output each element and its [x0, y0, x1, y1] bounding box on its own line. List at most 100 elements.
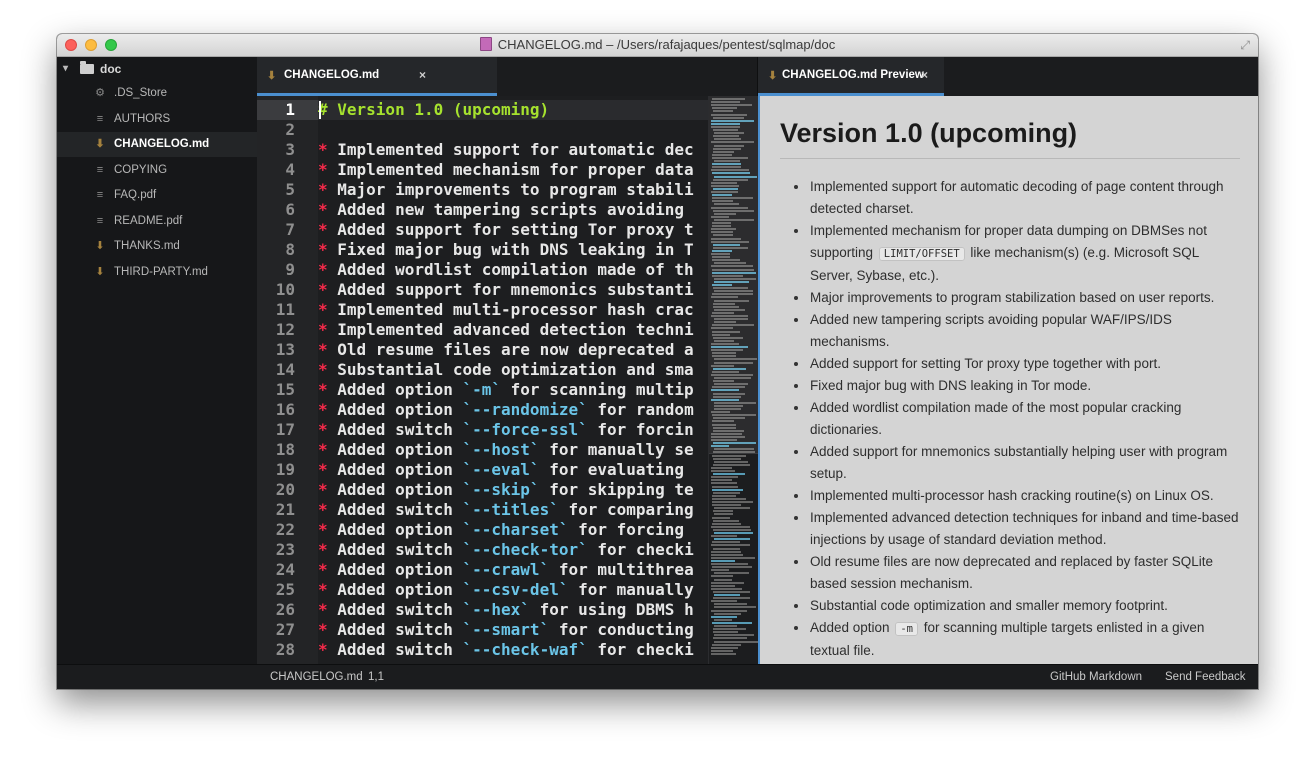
tree-item-label: .DS_Store [114, 87, 168, 99]
tree-item[interactable]: ⬇ CHANGELOG.md [57, 132, 257, 157]
code-line: * Implemented multi-processor hash crac [318, 300, 694, 320]
code-token: `--host` [462, 440, 540, 459]
minimap-line [714, 618, 732, 621]
line-number: 25 [275, 580, 295, 599]
send-feedback-link[interactable]: Send Feedback [1165, 665, 1246, 689]
code-token: * [318, 460, 328, 479]
preview-text: Major improvements to program stabilizat… [810, 290, 1215, 305]
minimap-line [712, 494, 736, 497]
tree-root-folder[interactable]: ▾ doc [57, 57, 257, 81]
status-grammar[interactable]: GitHub Markdown [1050, 665, 1142, 689]
minimap-line [711, 556, 755, 559]
code-token: * [318, 160, 328, 179]
code-line: * Added wordlist compilation made of th [318, 260, 694, 280]
code-token: for random [587, 400, 694, 419]
tree-item[interactable]: ≡ FAQ.pdf [57, 183, 257, 208]
minimap-line [713, 597, 750, 600]
minimap-line [711, 466, 732, 469]
fullscreen-icon[interactable]: ⤢ [1240, 38, 1250, 53]
line-number: 16 [275, 400, 295, 419]
line-number: 11 [275, 300, 295, 319]
line-number: 10 [275, 280, 295, 299]
minimap-line [714, 460, 748, 463]
status-cursor-position[interactable]: 1,1 [368, 665, 384, 689]
code-token: `--csv-del` [462, 580, 569, 599]
tree-item[interactable]: ≡ AUTHORS [57, 107, 257, 132]
tree-item[interactable]: ⬇ THANKS.md [57, 234, 257, 259]
code-token: * [318, 180, 328, 199]
minimap-line [714, 603, 747, 606]
code-token: for evaluating [539, 460, 694, 479]
minimap-line [711, 559, 735, 562]
status-file-name[interactable]: CHANGELOG.md [270, 665, 363, 689]
minimap-line [713, 547, 740, 550]
minimap-line [711, 587, 742, 590]
code-token: Added option [327, 520, 463, 539]
code-token: Added new tampering scripts avoiding [327, 200, 694, 219]
minimap-line [713, 637, 747, 640]
preview-text: Added wordlist compilation made of the m… [810, 400, 1182, 437]
code-token: Implemented advanced detection techni [327, 320, 694, 339]
line-number: 20 [275, 480, 295, 499]
minimap-line [711, 649, 733, 652]
line-number: 28 [275, 640, 295, 659]
tree-item[interactable]: ⬇ THIRD-PARTY.md [57, 260, 257, 285]
gear-icon: ⚙ [95, 87, 105, 99]
code-token: Added option [327, 400, 463, 419]
preview-text: Added option [810, 620, 894, 635]
code-line: * Added switch `--titles` for comparing [318, 500, 694, 520]
tree-item-label: THANKS.md [114, 240, 180, 252]
minimap-line [711, 544, 750, 547]
code-token: for forcing [568, 520, 694, 539]
markdown-icon: ⬇ [95, 240, 105, 252]
close-icon[interactable]: × [419, 68, 426, 82]
line-number-gutter[interactable]: 1 2 3 4 5 6 7 8 9 10 11 12 13 14 15 16 17 18 19 20 21 22 23 24 2… [257, 96, 318, 664]
tab-label: CHANGELOG.md [284, 69, 380, 81]
text-caret [319, 101, 321, 119]
chevron-down-icon[interactable]: ▾ [63, 57, 68, 81]
code-line: * Added option `-m` for scanning multip [318, 380, 694, 400]
preview-list-item: Implemented support for automatic decodi… [760, 176, 1258, 220]
code-token: Added support for setting Tor proxy t [327, 220, 694, 239]
minimap[interactable] [708, 96, 758, 664]
code-token: * [318, 320, 328, 339]
folder-icon [80, 61, 94, 74]
tree-item[interactable]: ≡ COPYING [57, 158, 257, 183]
preview-list-item: Added wordlist compilation made of the m… [760, 397, 1258, 441]
markdown-preview[interactable]: Version 1.0 (upcoming) Implemented suppo… [758, 96, 1258, 664]
code-token: Added switch [327, 640, 463, 659]
code-token: * [318, 600, 328, 619]
minimap-line [713, 528, 751, 531]
code-line: * Added support for setting Tor proxy t [318, 220, 694, 240]
tab-changelog[interactable]: ⬇ CHANGELOG.md × [257, 57, 497, 96]
code-editor[interactable]: # Version 1.0 (upcoming) * Implemented su… [318, 96, 708, 664]
minimap-line [712, 621, 752, 624]
tab-changelog-preview[interactable]: ⬇ CHANGELOG.md Preview × [758, 57, 944, 96]
code-line: * Added option `--charset` for forcing [318, 520, 694, 540]
tree-item[interactable]: ⚙ .DS_Store [57, 81, 257, 106]
code-token: * [318, 360, 328, 379]
minimap-line [713, 628, 746, 631]
code-token: Added option [327, 460, 463, 479]
minimap-line [711, 646, 738, 649]
minimap-viewport[interactable] [709, 96, 758, 454]
line-number: 24 [275, 560, 295, 579]
code-line: * Implemented advanced detection techni [318, 320, 694, 340]
minimap-line [712, 522, 741, 525]
preview-list-item: Added option -m for scanning multiple ta… [760, 617, 1258, 662]
minimap-line [711, 600, 737, 603]
tree-item[interactable]: ≡ README.pdf [57, 209, 257, 234]
tree-view: ▾ doc ⚙ .DS_Store ≡ AUTHORS ⬇ CHANGELOG.md ≡ CO… [57, 57, 257, 664]
code-token: `--smart` [462, 620, 550, 639]
preview-text: Added support for setting Tor proxy type… [810, 356, 1161, 371]
code-token: * [318, 200, 328, 219]
code-token: for forcin [587, 420, 694, 439]
code-token: for manually se [539, 440, 694, 459]
minimap-line [714, 532, 753, 534]
code-line: * Old resume files are now deprecated a [318, 340, 694, 360]
preview-text: Added new tampering scripts avoiding pop… [810, 312, 1172, 349]
code-token: for scanning multip [501, 380, 694, 399]
close-icon[interactable]: × [921, 68, 928, 82]
preview-text: Added support for mnemonics substantiall… [810, 444, 1228, 481]
minimap-line [713, 519, 739, 522]
